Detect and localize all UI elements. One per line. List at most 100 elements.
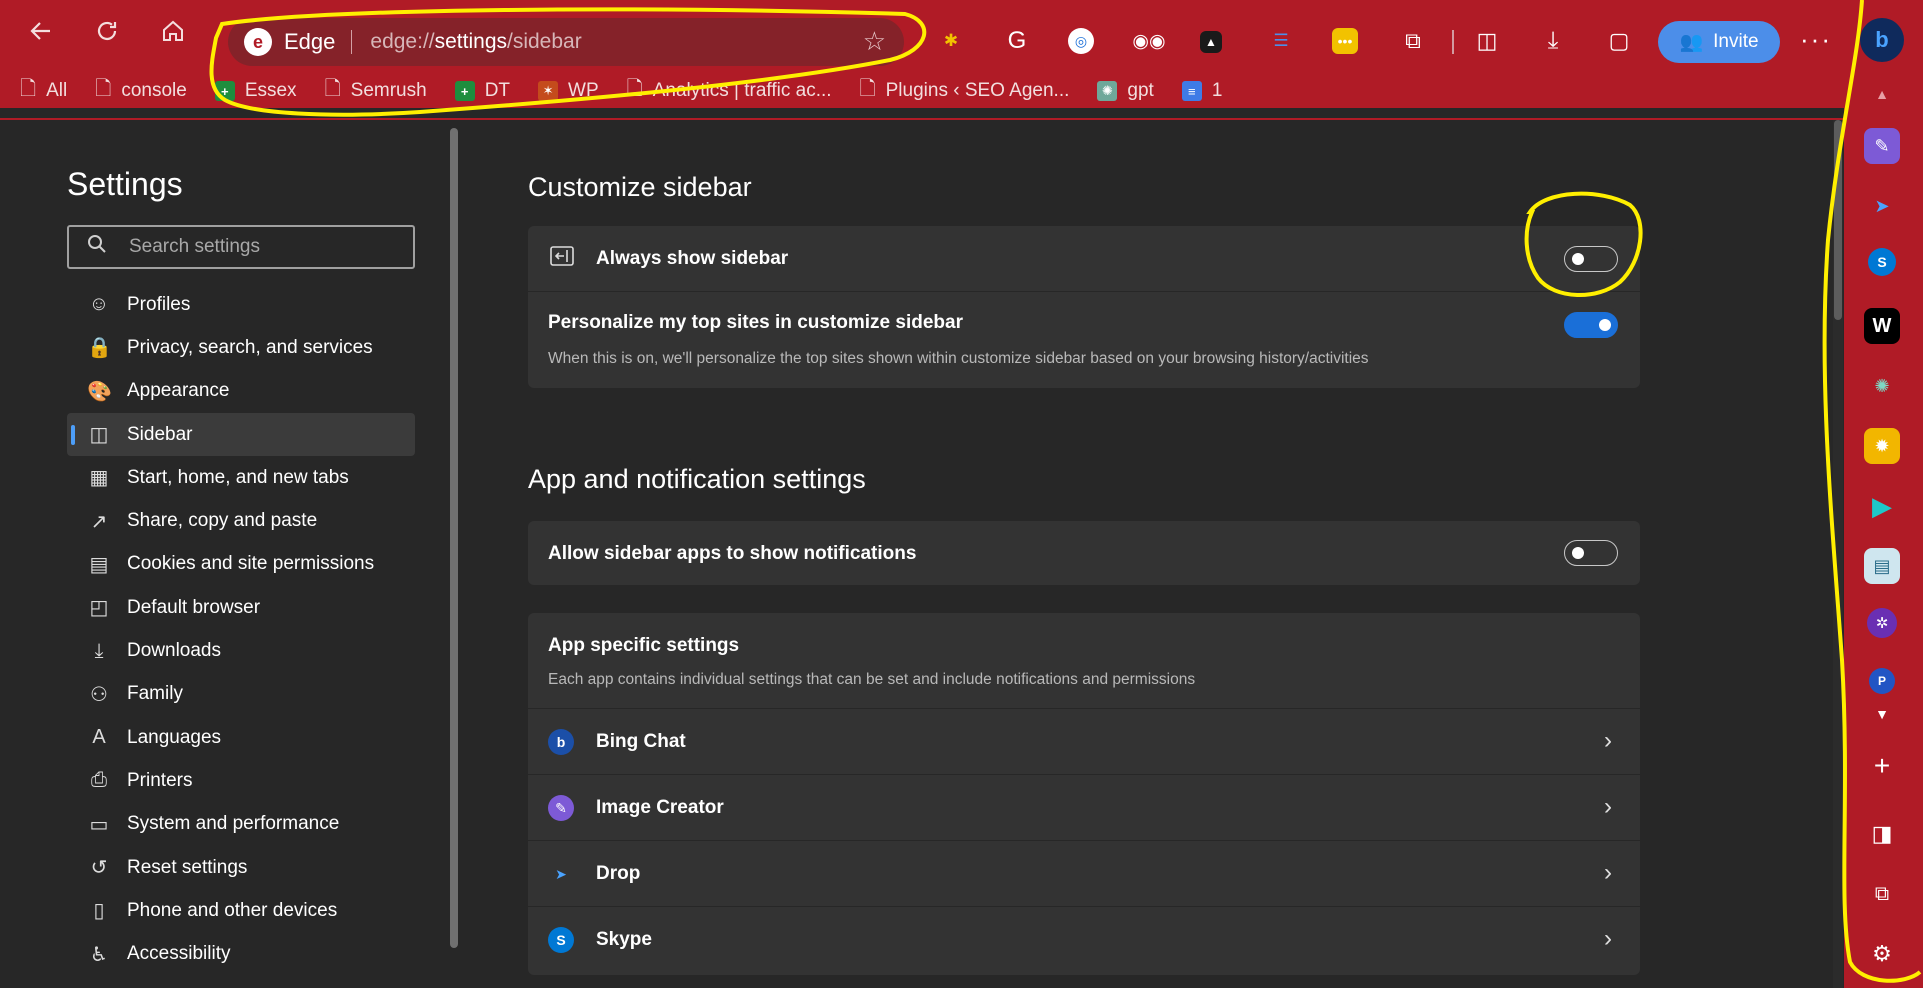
app-row-drop[interactable]: ➤ Drop ›	[528, 841, 1640, 907]
nav-item-appearance[interactable]: 🎨 Appearance	[67, 370, 415, 413]
open-external-icon[interactable]: ⧉	[1864, 876, 1900, 912]
allow-notifications-toggle[interactable]	[1564, 540, 1618, 566]
grammarly-icon[interactable]: G	[1002, 26, 1032, 56]
add-app-icon[interactable]: +	[1864, 748, 1900, 784]
main-scroll-thumb[interactable]	[1834, 120, 1842, 320]
split-screen-icon[interactable]: ◫	[1472, 26, 1502, 56]
page-icon: 🗋	[95, 78, 112, 100]
nav-item-sidebar[interactable]: ◫ Sidebar	[67, 412, 415, 457]
nav-item-label: Cookies and site permissions	[127, 553, 375, 575]
bookmark-label: Essex	[244, 80, 297, 101]
nav-item-profiles[interactable]: ☺ Profiles	[67, 283, 415, 326]
sidebar-settings-gear-icon[interactable]: ⚙	[1864, 936, 1900, 972]
invite-button[interactable]: 👥 Invite	[1658, 21, 1780, 63]
edge-sidebar: b ▲ ✎ ➤ S W ✺ ✹ ▶ ▤ ✲ P ▼ + ◨ ⧉ ⚙	[1844, 0, 1923, 988]
nav-item-languages[interactable]: A Languages	[67, 716, 415, 759]
nav-item-label: Printers	[127, 769, 193, 791]
bookmark-item[interactable]: 🗋 Analytics | traffic ac...	[627, 74, 832, 108]
edge-logo-icon: e	[244, 28, 272, 56]
nav-item-reset-settings[interactable]: ↺ Reset settings	[67, 846, 415, 889]
nav-item-label: Appearance	[127, 380, 230, 402]
allow-notifications-label: Allow sidebar apps to show notifications	[548, 543, 917, 564]
refresh-icon[interactable]	[88, 12, 126, 50]
people-icon: 👥	[1679, 32, 1704, 53]
nav-item-privacy-search[interactable]: 🔒 Privacy, search, and services	[67, 326, 415, 369]
nav-item-share-copy[interactable]: ↗ Share, copy and paste	[67, 499, 415, 542]
bookmark-item[interactable]: 🗋 Plugins ‹ SEO Agen...	[860, 74, 1070, 108]
chevron-right-icon[interactable]: ›	[1604, 727, 1612, 755]
nav-item-downloads[interactable]: ⤓ Downloads	[67, 629, 415, 672]
bookmark-item[interactable]: ≡ 1	[1181, 80, 1222, 102]
nav-item-default-browser[interactable]: ◰ Default browser	[67, 586, 415, 629]
address-url[interactable]: edge://settings/sidebar	[370, 30, 581, 54]
always-show-sidebar-toggle[interactable]	[1564, 246, 1618, 272]
app-row-image-creator[interactable]: ✎ Image Creator ›	[528, 775, 1640, 841]
search-settings[interactable]	[67, 225, 415, 269]
chevron-right-icon[interactable]: ›	[1604, 925, 1612, 953]
search-input[interactable]	[129, 236, 399, 258]
dots-extension-icon[interactable]: •••	[1332, 28, 1358, 54]
downloads-icon[interactable]: ⤓	[1538, 26, 1568, 56]
bookmark-item[interactable]: 🗋 Semrush	[325, 74, 427, 108]
whiteboard-sidebar-icon[interactable]: ▤	[1864, 548, 1900, 584]
sheets-icon: +	[454, 81, 475, 101]
chevron-right-icon[interactable]: ›	[1604, 859, 1612, 887]
bookmark-item[interactable]: + DT	[454, 80, 510, 102]
skype-sidebar-icon[interactable]: S	[1868, 248, 1896, 276]
sheets-icon: +	[214, 81, 235, 101]
ahrefs-extension-icon[interactable]: ▲	[1200, 31, 1222, 53]
bing-chat-sidebar-icon[interactable]: b	[1860, 18, 1904, 62]
scroll-down-icon[interactable]: ▼	[1864, 696, 1900, 732]
network-sidebar-icon[interactable]: ✲	[1867, 608, 1897, 638]
bookmark-label: Analytics | traffic ac...	[652, 80, 832, 101]
nav-item-accessibility[interactable]: ♿ Accessibility	[67, 932, 415, 975]
list-extension-icon[interactable]: ☰	[1266, 26, 1296, 56]
nav-item-label: Privacy, search, and services	[127, 336, 373, 358]
browser-icon: ◰	[89, 597, 109, 620]
bookmark-item[interactable]: 🗋 console	[95, 74, 187, 108]
drop-sidebar-icon[interactable]: ➤	[1864, 188, 1900, 224]
nav-item-label: Profiles	[127, 293, 191, 315]
chevron-right-icon[interactable]: ›	[1604, 793, 1612, 821]
search-icon	[87, 234, 107, 260]
more-options-icon[interactable]: ···	[1800, 24, 1832, 55]
nav-item-family[interactable]: ⚇ Family	[67, 673, 415, 716]
nav-item-printers[interactable]: ⎙ Printers	[67, 759, 415, 802]
bookmark-item[interactable]: + Essex	[214, 80, 297, 102]
bulb-sidebar-icon[interactable]: ✹	[1864, 428, 1900, 464]
play-sidebar-icon[interactable]: ▶	[1864, 488, 1900, 524]
nav-scrollbar[interactable]	[450, 128, 458, 948]
puzzle-color-extension-icon[interactable]: ✱	[936, 26, 966, 56]
bookmark-item[interactable]: ✺ gpt	[1097, 80, 1154, 102]
bookmark-label: Plugins ‹ SEO Agen...	[885, 80, 1070, 101]
chatgpt-sidebar-icon[interactable]: ✺	[1864, 368, 1900, 404]
bookmark-item[interactable]: 🗋 All	[20, 74, 67, 108]
hide-sidebar-icon[interactable]: ◨	[1864, 816, 1900, 852]
app-label: Image Creator	[596, 797, 724, 818]
nav-item-phone-and[interactable]: ▯ Phone and other devices	[67, 889, 415, 932]
app-row-skype[interactable]: S Skype ›	[528, 907, 1640, 973]
favorite-star-icon[interactable]: ☆	[863, 26, 886, 57]
back-arrow-icon[interactable]	[22, 12, 60, 50]
main-scrollbar[interactable]	[1833, 120, 1843, 988]
glasses-extension-icon[interactable]: ◉◉	[1132, 26, 1165, 56]
profile-icon: ☺	[88, 293, 110, 316]
collections-icon[interactable]: ▢	[1604, 26, 1634, 56]
app-row-bing-chat[interactable]: b Bing Chat ›	[528, 709, 1640, 775]
profile-p-sidebar-icon[interactable]: P	[1869, 668, 1895, 694]
address-bar[interactable]: e Edge edge://settings/sidebar ☆	[228, 18, 904, 66]
extensions-icon[interactable]: ⧉	[1398, 26, 1428, 56]
app-specific-header: App specific settings Each app contains …	[528, 613, 1640, 709]
scroll-up-icon[interactable]: ▲	[1864, 76, 1900, 112]
page-icon: 🗋	[859, 78, 876, 100]
wordpress-sidebar-icon[interactable]: W	[1864, 308, 1900, 344]
nav-item-system-and[interactable]: ▭ System and performance	[67, 803, 415, 846]
home-icon[interactable]	[154, 12, 192, 50]
nav-item-start-home[interactable]: ▦ Start, home, and new tabs	[67, 456, 415, 499]
image-creator-sidebar-icon[interactable]: ✎	[1864, 128, 1900, 164]
bookmark-item[interactable]: ✶ WP	[538, 80, 599, 102]
palette-icon: 🎨	[87, 380, 112, 403]
nav-item-cookies-and[interactable]: ▤ Cookies and site permissions	[67, 543, 415, 586]
target-extension-icon[interactable]: ◎	[1068, 28, 1094, 54]
personalize-top-sites-toggle[interactable]	[1564, 312, 1618, 338]
